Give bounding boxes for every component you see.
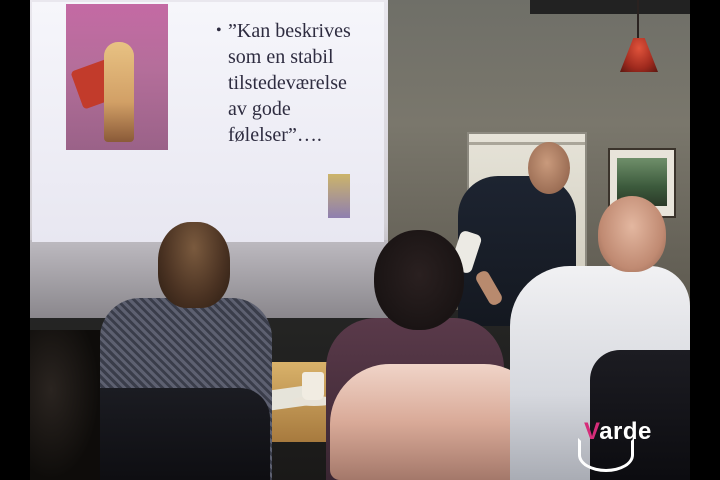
slide-line-5: følelser”…. [228, 124, 322, 146]
foreground-shadow [30, 330, 100, 480]
slide-line-4: av gode [228, 98, 291, 120]
logo-swoosh-icon [578, 438, 634, 472]
slide-quote: • ”Kan beskrives som en stabil tilstedev… [216, 18, 388, 148]
attendee-center-head [374, 230, 464, 330]
ceiling [530, 0, 690, 14]
illustration-figure [104, 42, 134, 142]
presentation-slide: • ”Kan beskrives som en stabil tilstedev… [32, 2, 384, 242]
slide-line-3: tilstedeværelse [228, 72, 347, 94]
slide-bullet: • [216, 22, 222, 39]
varde-logo: Varde [576, 418, 676, 472]
attendee-left-head [158, 222, 230, 308]
video-frame: • ”Kan beskrives som en stabil tilstedev… [0, 0, 720, 480]
slide-line-2: som en stabil [228, 46, 334, 68]
presenter-head [528, 142, 570, 194]
coffee-cup [302, 372, 324, 400]
meeting-room-scene: • ”Kan beskrives som en stabil tilstedev… [30, 0, 690, 480]
slide-illustration [66, 4, 168, 150]
slide-corner-logo [328, 174, 350, 218]
lamp-cord [637, 0, 639, 40]
slide-line-1: ”Kan beskrives [228, 20, 351, 42]
attendee-right-head [598, 196, 666, 272]
